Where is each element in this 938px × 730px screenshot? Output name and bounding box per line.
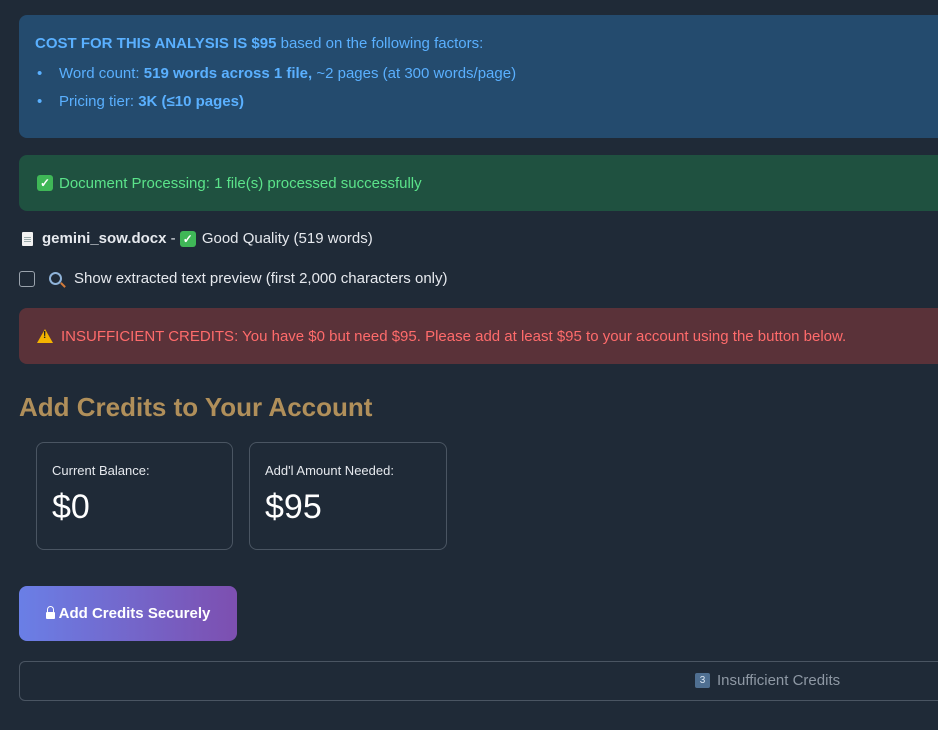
magnifier-icon xyxy=(49,272,62,285)
add-credits-label: Add Credits Securely xyxy=(58,605,211,622)
warning-icon xyxy=(37,329,53,343)
status-expander-header: 3 Insufficient Credits xyxy=(695,672,840,689)
success-text: Document Processing: 1 file(s) processed… xyxy=(59,174,422,192)
check-icon: ✓ xyxy=(179,230,196,247)
check-icon: ✓ xyxy=(37,175,53,191)
file-quality: Good Quality (519 words) xyxy=(201,230,373,247)
status-expander-label: Insufficient Credits xyxy=(717,672,841,689)
preview-toggle[interactable]: Show extracted text preview (first 2,000… xyxy=(19,270,448,287)
balance-value: $0 xyxy=(52,488,90,526)
section-heading: Add Credits to Your Account xyxy=(19,392,373,422)
needed-value: $95 xyxy=(265,488,322,526)
lock-icon xyxy=(45,606,55,619)
step-number-icon: 3 xyxy=(695,673,710,688)
balance-label: Current Balance: xyxy=(52,463,150,478)
error-text: INSUFFICIENT CREDITS: You have $0 but ne… xyxy=(61,327,847,345)
add-credits-button[interactable]: Add Credits Securely xyxy=(19,586,237,641)
preview-label[interactable]: Show extracted text preview (first 2,000… xyxy=(74,270,448,287)
word-count-rest: ~2 pages (at 300 words/page) xyxy=(312,65,517,82)
balance-card: Current Balance: $0 xyxy=(36,442,233,550)
pricing-tier-item: Pricing tier: 3K (≤10 pages) xyxy=(37,93,938,111)
needed-label: Add'l Amount Needed: xyxy=(265,463,394,478)
word-count-label: Word count: xyxy=(59,65,144,82)
needed-card: Add'l Amount Needed: $95 xyxy=(249,442,447,550)
file-separator: - xyxy=(166,230,180,247)
preview-checkbox[interactable] xyxy=(19,270,35,287)
cost-header-rest: based on the following factors: xyxy=(276,35,484,52)
file-status-line: gemini_sow.docx - ✓ Good Quality (519 wo… xyxy=(22,230,373,247)
word-count-item: Word count: 519 words across 1 file, ~2 … xyxy=(37,65,938,83)
pricing-tier-bold: 3K (≤10 pages) xyxy=(138,93,244,110)
file-name: gemini_sow.docx xyxy=(42,230,167,247)
status-expander[interactable]: 3 Insufficient Credits xyxy=(19,661,938,701)
error-alert: INSUFFICIENT CREDITS: You have $0 but ne… xyxy=(19,308,938,364)
cost-header-bold: COST FOR THIS ANALYSIS IS $95 xyxy=(35,35,277,52)
cost-factors-list: Word count: 519 words across 1 file, ~2 … xyxy=(35,65,938,111)
cost-info-box: COST FOR THIS ANALYSIS IS $95 based on t… xyxy=(19,15,938,138)
success-alert: ✓ Document Processing: 1 file(s) process… xyxy=(19,155,938,211)
document-icon xyxy=(22,231,33,246)
word-count-bold: 519 words across 1 file, xyxy=(143,65,313,82)
pricing-tier-label: Pricing tier: xyxy=(59,93,139,110)
cost-header: COST FOR THIS ANALYSIS IS $95 based on t… xyxy=(35,35,938,53)
